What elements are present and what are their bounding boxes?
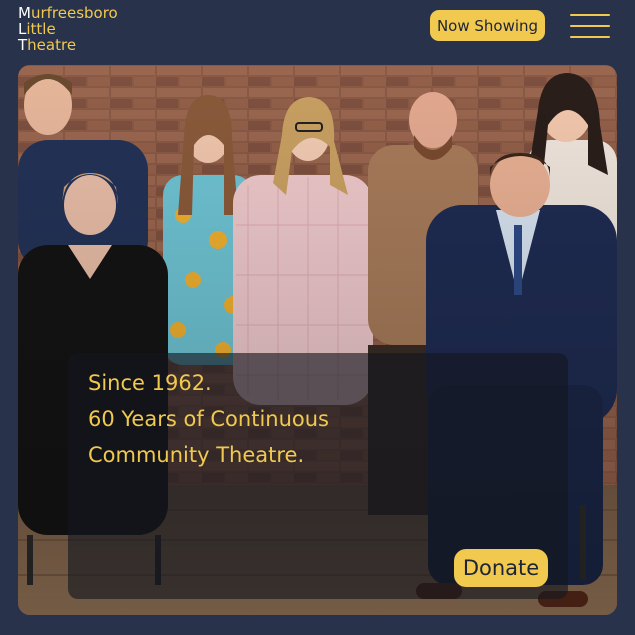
logo-line-2: Little: [18, 20, 56, 38]
hero-tagline: Since 1962. 60 Years of Continuous Commu…: [88, 365, 329, 473]
menu-bar: [570, 36, 610, 38]
logo-line-1: Murfreesboro: [18, 4, 118, 22]
tagline-line-1: Since 1962.: [88, 371, 212, 395]
donate-button[interactable]: Donate: [454, 549, 548, 587]
now-showing-button[interactable]: Now Showing: [430, 10, 545, 41]
tagline-line-3: Community Theatre.: [88, 443, 305, 467]
menu-bar: [570, 25, 610, 27]
menu-bar: [570, 14, 610, 16]
tagline-line-2: 60 Years of Continuous: [88, 407, 329, 431]
logo-line-3: Theatre: [18, 36, 77, 54]
hamburger-menu-icon[interactable]: [570, 13, 610, 39]
hero-banner: Since 1962. 60 Years of Continuous Commu…: [18, 65, 617, 615]
site-header: Murfreesboro Little Theatre Now Showing: [0, 0, 635, 64]
hero-overlay-panel: Since 1962. 60 Years of Continuous Commu…: [68, 353, 568, 599]
site-logo[interactable]: Murfreesboro Little Theatre: [18, 5, 118, 53]
